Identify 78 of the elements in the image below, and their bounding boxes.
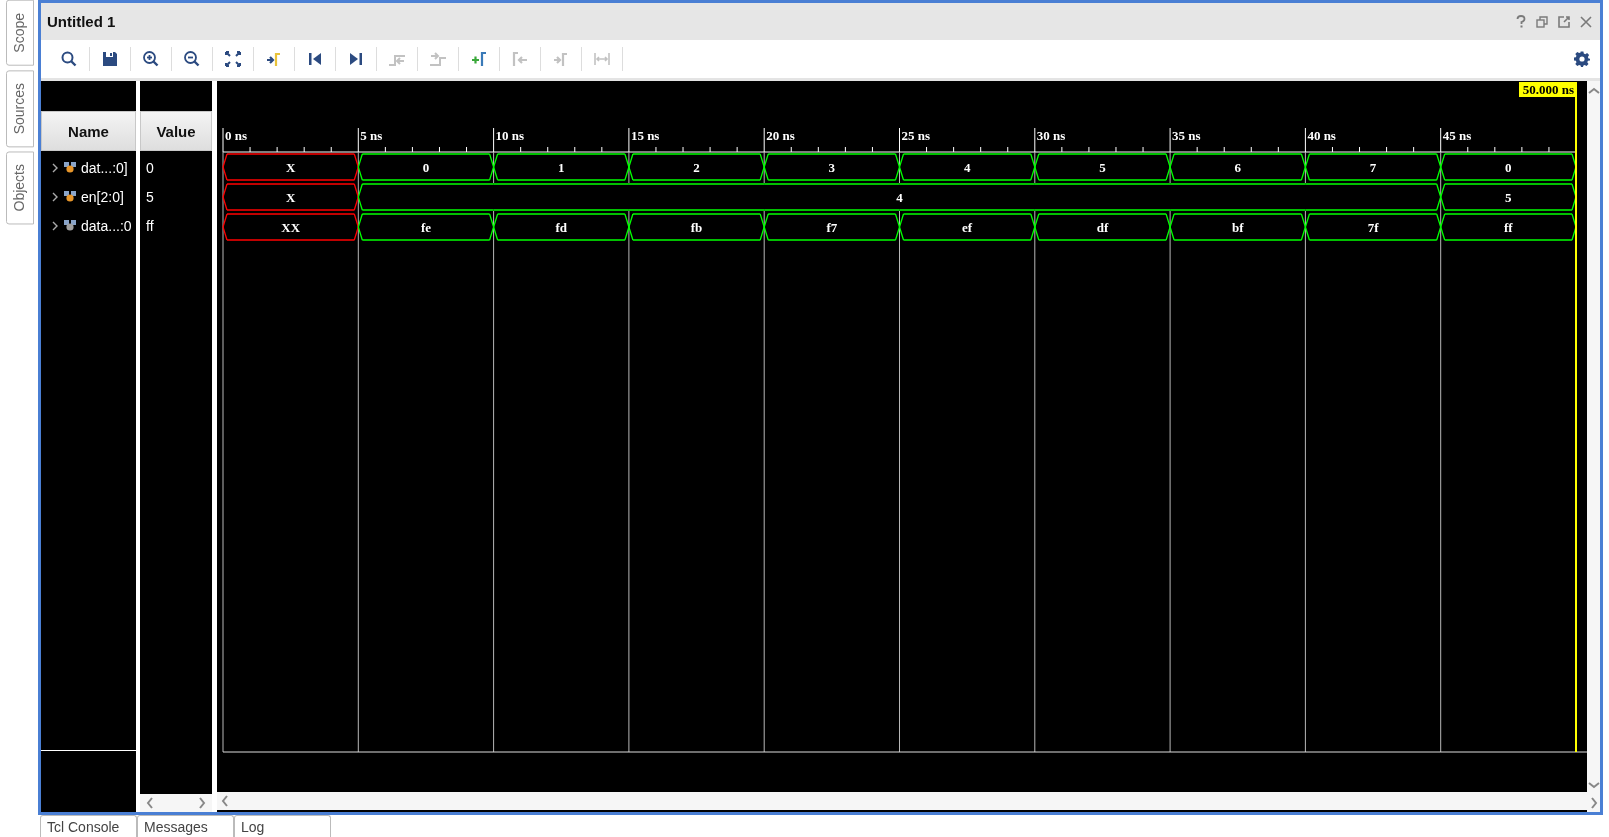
chevron-right-icon[interactable] <box>51 191 59 202</box>
bus-value: fd <box>555 220 568 235</box>
side-tab[interactable]: Scope <box>6 0 34 66</box>
column-header[interactable]: Name <box>41 111 136 151</box>
bus-value: ff <box>1504 220 1513 235</box>
side-tab[interactable]: Sources <box>6 69 34 148</box>
close-icon[interactable] <box>1580 15 1592 28</box>
time-label: 5 ns <box>360 128 383 143</box>
side-tab[interactable]: Objects <box>6 151 34 225</box>
chevron-right-icon[interactable] <box>51 162 59 173</box>
search-icon <box>60 50 78 68</box>
scroll-right-icon[interactable] <box>1589 797 1598 809</box>
bus-value: 3 <box>828 160 836 175</box>
pop-out-icon[interactable] <box>1558 15 1570 28</box>
signal-name[interactable]: data...:0 <box>81 217 132 234</box>
step-arrow-icon <box>429 50 447 68</box>
scroll-left-icon[interactable] <box>146 797 154 809</box>
arrow-bracket-icon <box>552 50 570 68</box>
bus-value: ef <box>962 220 973 235</box>
bus-value: f7 <box>826 220 838 235</box>
signal-value: 0 <box>146 159 154 176</box>
column-header[interactable]: Value <box>140 111 212 151</box>
time-label: 35 ns <box>1172 128 1201 143</box>
bus-value: X <box>285 190 296 205</box>
expand-arrows-icon <box>224 50 242 68</box>
bus-value: 7f <box>1367 220 1379 235</box>
skip-forward-icon <box>347 50 365 68</box>
cursor-time: 50.000 ns <box>1518 82 1577 97</box>
bus-value: bf <box>1231 220 1244 235</box>
time-label: 25 ns <box>901 128 931 143</box>
bus-value: 0 <box>1505 160 1512 175</box>
bus-value: 4 <box>963 160 971 175</box>
scroll-down-icon[interactable] <box>1587 781 1600 789</box>
panel-tab[interactable]: Log <box>234 815 331 837</box>
bus-value: fe <box>420 220 431 235</box>
signal-name[interactable]: en[2:0] <box>81 188 124 205</box>
bus-value: 5 <box>1505 190 1512 205</box>
restore-icon[interactable] <box>1536 15 1548 28</box>
plus-bracket-icon <box>470 50 488 68</box>
window-title: Untitled 1 <box>47 13 116 30</box>
panel-tab[interactable]: Tcl Console <box>40 815 137 837</box>
bus-value: df <box>1096 220 1109 235</box>
bus-value: 0 <box>422 160 430 175</box>
time-label: 40 ns <box>1307 128 1336 143</box>
chevron-right-icon[interactable] <box>51 220 59 231</box>
bus-value: 1 <box>558 160 565 175</box>
time-label: 30 ns <box>1036 128 1066 143</box>
panel-tab[interactable]: Messages <box>137 815 234 837</box>
time-label: 15 ns <box>630 128 660 143</box>
signal-name[interactable]: dat...:0] <box>81 159 128 176</box>
scroll-left-icon[interactable] <box>221 795 229 807</box>
bus-value: 7 <box>1369 160 1377 175</box>
bracket-arrow-icon <box>511 50 529 68</box>
bus-value: 5 <box>1099 160 1106 175</box>
bracket-arrows-icon <box>593 50 611 68</box>
help-icon[interactable] <box>1516 15 1526 28</box>
bus-value: fb <box>690 220 703 235</box>
bus-value: 6 <box>1234 160 1241 175</box>
settings-icon[interactable] <box>1574 51 1590 67</box>
scroll-up-icon[interactable] <box>1587 87 1600 95</box>
bus-value: X <box>285 160 296 175</box>
time-label: 20 ns <box>766 128 795 143</box>
zoom-out-icon <box>183 50 201 68</box>
scroll-right-icon[interactable] <box>198 797 206 809</box>
bus-value: 2 <box>693 160 700 175</box>
signal-value: 5 <box>146 188 154 205</box>
signal-value: ff <box>146 217 154 234</box>
bus-value: XX <box>281 220 301 235</box>
signal-icon <box>64 191 76 202</box>
arrow-bracket-icon <box>265 50 283 68</box>
zoom-in-icon <box>142 50 160 68</box>
signal-icon <box>64 220 76 231</box>
time-label: 10 ns <box>495 128 525 143</box>
time-label: 0 ns <box>225 128 248 143</box>
skip-back-icon <box>306 50 324 68</box>
bus-value: 4 <box>896 190 903 205</box>
signal-icon <box>64 162 76 173</box>
time-label: 45 ns <box>1442 128 1472 143</box>
